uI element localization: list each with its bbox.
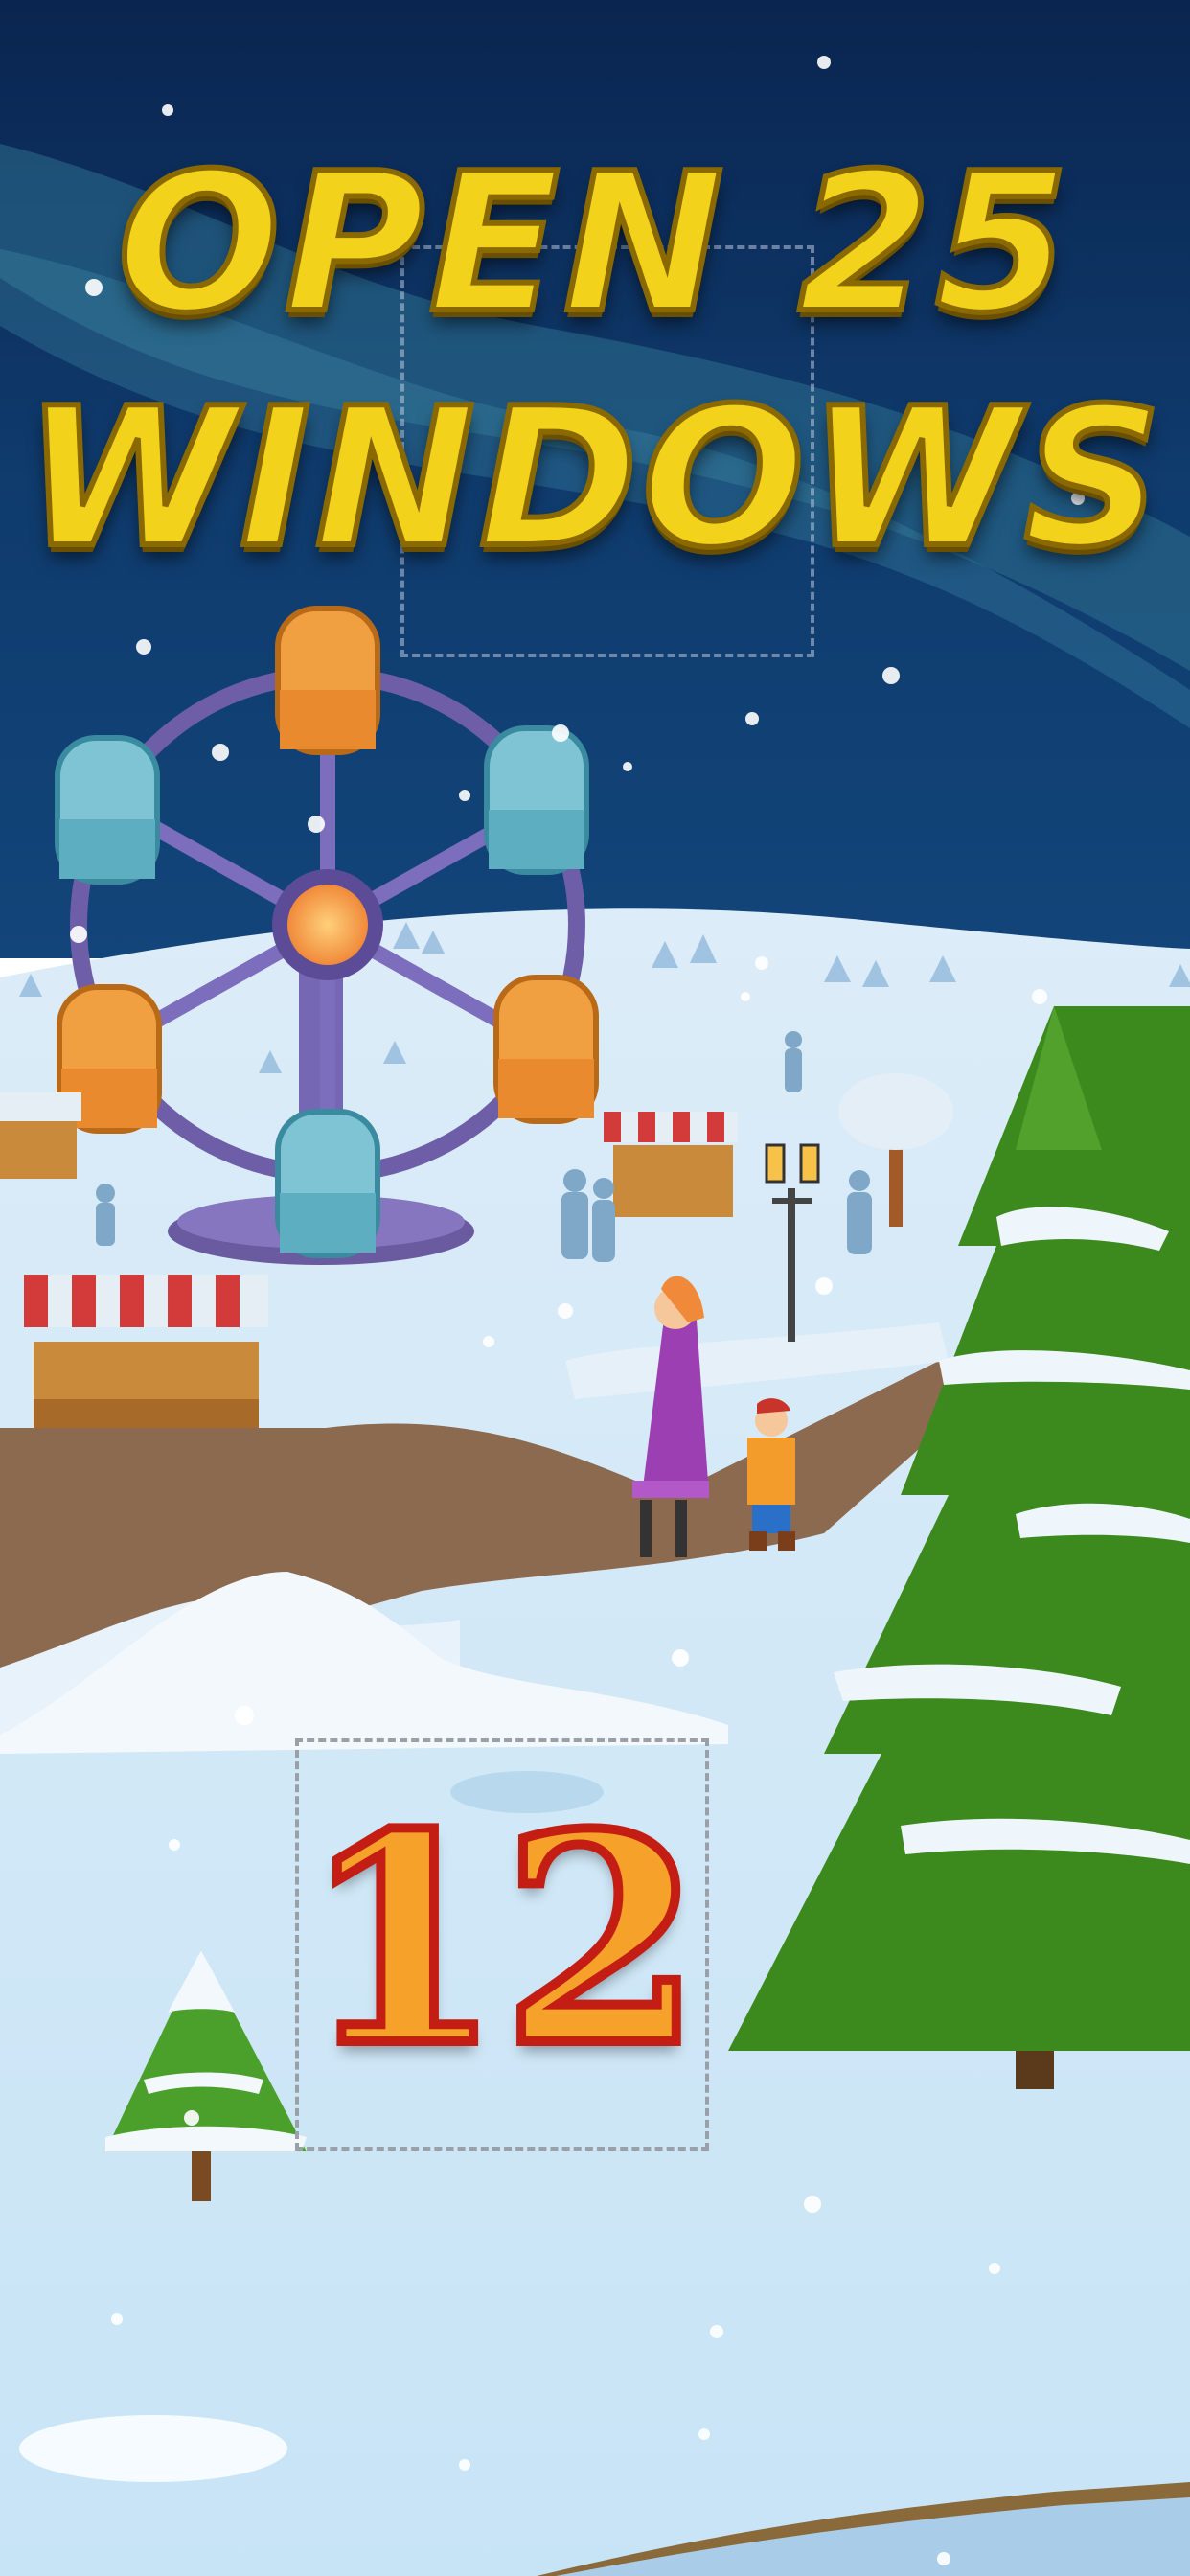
headline-line-1: OPEN 25 (115, 132, 1073, 356)
market-stall-far-left (0, 1092, 81, 1179)
market-stall-center (604, 1112, 738, 1217)
advent-day-number[interactable]: 12 (295, 1778, 709, 2104)
headline-line-2: WINDOWS (21, 367, 1166, 590)
